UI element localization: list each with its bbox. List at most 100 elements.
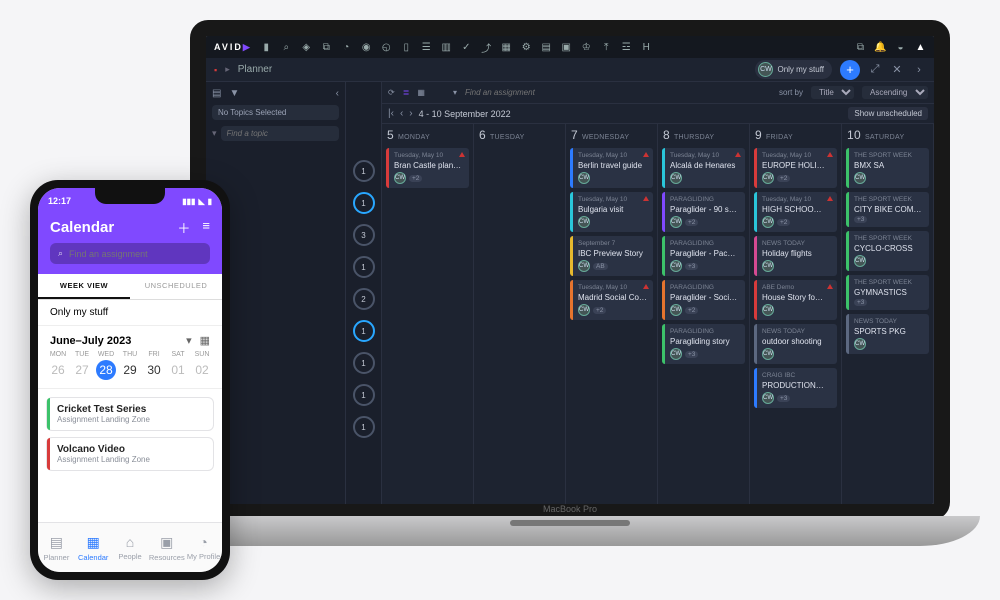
check-icon[interactable]: ✓ <box>461 42 472 53</box>
bars-icon[interactable]: ▥ <box>441 42 452 53</box>
day-cell[interactable]: FRI30 <box>142 351 166 380</box>
phone-search-input[interactable] <box>69 249 202 259</box>
close-icon[interactable]: ✕ <box>890 63 904 77</box>
chevron-right-icon[interactable]: › <box>912 63 926 77</box>
grid-icon[interactable]: ▦ <box>501 42 512 53</box>
assignment-card[interactable]: Tuesday, May 10HIGH SCHOO…CW+2 <box>754 192 837 232</box>
swimlane-circle[interactable]: 1 <box>353 192 375 214</box>
date-start-icon[interactable]: |‹ <box>388 108 394 119</box>
search-icon[interactable]: ⌕ <box>281 42 292 53</box>
assignment-card[interactable]: Tuesday, May 10Berlin travel guideCW <box>570 148 653 188</box>
swimlane-circle[interactable]: 3 <box>353 224 375 246</box>
only-my-stuff-toggle[interactable]: CW Only my stuff <box>755 60 832 79</box>
phone-assignment-card[interactable]: Volcano VideoAssignment Landing Zone <box>46 437 214 471</box>
folder-icon[interactable]: ▮ <box>261 42 272 53</box>
assignment-card[interactable]: ABE DemoHouse Story fo…CW <box>754 280 837 320</box>
nav-resources[interactable]: ▣Resources <box>148 523 185 572</box>
gear-icon[interactable]: ⚙ <box>521 42 532 53</box>
assignment-card[interactable]: THE SPORT WEEKBMX SACW <box>846 148 929 188</box>
assignment-card[interactable]: September 7IBC Preview StoryCWAB <box>570 236 653 276</box>
swimlane-circle[interactable]: 1 <box>353 352 375 374</box>
assignment-card[interactable]: CRAIG IBCPRODUCTION…CW+3 <box>754 368 837 408</box>
assignment-card[interactable]: NEWS TODAYSPORTS PKGCW <box>846 314 929 354</box>
share-icon[interactable]: ⤴ <box>481 42 492 53</box>
chevron-left-icon[interactable]: ‹ <box>336 88 339 99</box>
filter-icon[interactable]: ▼ <box>229 88 239 99</box>
swimlane-circle[interactable]: 2 <box>353 288 375 310</box>
nav-planner[interactable]: ▤Planner <box>38 523 75 572</box>
calendar-icon[interactable]: ▦ <box>200 334 210 347</box>
swimlane-circle[interactable]: 1 <box>353 160 375 182</box>
copy-icon[interactable]: ⧉ <box>855 42 866 53</box>
assignment-card[interactable]: THE SPORT WEEKCITY BIKE COM…+3 <box>846 192 929 227</box>
swimlane-circle[interactable]: 1 <box>353 384 375 406</box>
view-grid-icon[interactable]: ▦ <box>417 88 425 97</box>
assignment-card[interactable]: PARAGLIDINGParaglider - Pac…CW+3 <box>662 236 745 276</box>
filter2-icon[interactable]: ▾ <box>453 88 457 97</box>
refresh-icon[interactable]: ⟳ <box>388 88 395 97</box>
sort-dir-select[interactable]: Ascending <box>862 86 928 99</box>
expand-icon[interactable]: ⤢ <box>868 63 882 77</box>
assignment-card[interactable]: NEWS TODAYHoliday flightsCW <box>754 236 837 276</box>
new-button[interactable]: + <box>840 60 860 80</box>
swimlane-circle[interactable]: 1 <box>353 320 375 342</box>
day-cell[interactable]: SUN02 <box>190 351 214 380</box>
date-prev-icon[interactable]: ‹ <box>400 108 403 119</box>
nav-my-profile[interactable]: ◔My Profile <box>185 523 222 572</box>
day-cell[interactable]: TUE27 <box>70 351 94 380</box>
assignment-card[interactable]: Tuesday, May 10Madrid Social Co…CW+2 <box>570 280 653 320</box>
day-cell[interactable]: MON26 <box>46 351 70 380</box>
assignment-card[interactable]: Tuesday, May 10Alcalá de HenaresCW <box>662 148 745 188</box>
swimlane-circle[interactable]: 1 <box>353 416 375 438</box>
date-next-icon[interactable]: › <box>409 108 412 119</box>
nav-calendar[interactable]: ▦Calendar <box>75 523 112 572</box>
user-icon[interactable]: ◔ <box>341 42 352 53</box>
assignment-card[interactable]: THE SPORT WEEKCYCLO-CROSSCW <box>846 231 929 271</box>
swimlane-circle[interactable]: 1 <box>353 256 375 278</box>
tab-unscheduled[interactable]: UNSCHEDULED <box>130 274 222 299</box>
phone-search[interactable]: ⌕ <box>50 243 210 264</box>
timer-icon[interactable]: ◵ <box>381 42 392 53</box>
globe-icon[interactable]: ◉ <box>361 42 372 53</box>
bookmark-icon[interactable]: ▯ <box>401 42 412 53</box>
day-cell[interactable]: WED28 <box>94 351 118 380</box>
view-list-icon[interactable]: ≣ <box>403 88 410 97</box>
no-topics-pill[interactable]: No Topics Selected <box>212 105 339 120</box>
only-my-stuff-row[interactable]: Only my stuff <box>38 300 222 326</box>
upload-icon[interactable]: ⤒ <box>601 42 612 53</box>
phone-assignment-card[interactable]: Cricket Test SeriesAssignment Landing Zo… <box>46 397 214 431</box>
phone-add-icon[interactable]: ＋ <box>177 218 190 237</box>
day-cell[interactable]: SAT01 <box>166 351 190 380</box>
bell-icon[interactable]: 🔔 <box>875 42 886 53</box>
doc-icon[interactable]: ▤ <box>541 42 552 53</box>
assignment-card[interactable]: Tuesday, May 10EUROPE HOLI…CW+2 <box>754 148 837 188</box>
crumb-planner[interactable]: Planner <box>238 64 272 75</box>
phone-menu-icon[interactable]: ≡ <box>202 218 210 237</box>
filter-icon[interactable]: ▾ <box>186 334 192 347</box>
tag-icon[interactable]: ◈ <box>301 42 312 53</box>
tab-week-view[interactable]: WEEK VIEW <box>38 274 130 299</box>
assignment-card[interactable]: PARAGLIDINGParaglider - Soci…CW+2 <box>662 280 745 320</box>
show-unscheduled-button[interactable]: Show unscheduled <box>848 107 928 120</box>
h-icon[interactable]: H <box>641 42 652 53</box>
day-cell[interactable]: THU29 <box>118 351 142 380</box>
profile-icon[interactable]: ◒ <box>895 42 906 53</box>
home-icon[interactable]: ▪ <box>214 65 217 75</box>
assignment-card[interactable]: Tuesday, May 10Bran Castle plan…CW+2 <box>386 148 469 188</box>
menu-icon[interactable]: ☲ <box>621 42 632 53</box>
nav-people[interactable]: ⌂People <box>112 523 149 572</box>
assignment-card[interactable]: PARAGLIDINGParaglider - 90 s…CW+2 <box>662 192 745 232</box>
find-topic-input[interactable] <box>221 126 339 141</box>
list-icon[interactable]: ☰ <box>421 42 432 53</box>
clipboard-icon[interactable]: ▣ <box>561 42 572 53</box>
assignment-card[interactable]: THE SPORT WEEKGYMNASTICS+3 <box>846 275 929 310</box>
find-assignment-input[interactable] <box>465 88 575 97</box>
assignment-card[interactable]: PARAGLIDINGParagliding storyCW+3 <box>662 324 745 364</box>
link-icon[interactable]: ⧉ <box>321 42 332 53</box>
avatar-icon[interactable]: ▲ <box>915 42 926 53</box>
trophy-icon[interactable]: ♔ <box>581 42 592 53</box>
assignment-card[interactable]: Tuesday, May 10Bulgaria visitCW <box>570 192 653 232</box>
layers-icon[interactable]: ▤ <box>212 88 221 99</box>
sort-field-select[interactable]: Title <box>811 86 854 99</box>
assignment-card[interactable]: NEWS TODAYoutdoor shootingCW <box>754 324 837 364</box>
